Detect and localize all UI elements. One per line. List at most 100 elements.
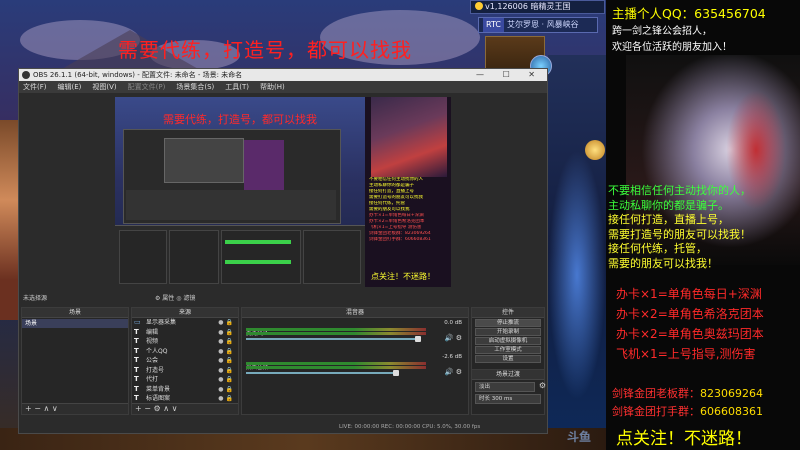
source-item[interactable]: T 编辑 ●🔒 <box>132 328 238 338</box>
streamer-qq: 主播个人QQ：635456704 <box>612 6 766 21</box>
obs-source-toolbar: 未选择源 ⚙ 属性 ◎ 滤镜 <box>19 293 547 305</box>
source-item[interactable]: T 菜单背景 ●🔒 <box>132 385 238 395</box>
obs-status-bar: LIVE: 00:00:00 REC: 00:00:00 CPU: 5.0%, … <box>19 421 547 433</box>
visibility-lock-icons[interactable]: ●🔒 <box>218 328 235 338</box>
offer-line: 办卡×2=单角色希洛克团本 <box>616 307 764 321</box>
qq-group-line: 剑锋金团老板群：823069264 <box>612 385 763 403</box>
nested-panels <box>126 190 336 220</box>
source-label: 打造号 <box>146 366 165 374</box>
transition-select[interactable]: 淡出 ⚙ <box>475 382 546 392</box>
text-source-icon: T <box>134 337 139 345</box>
menu-scene-collection[interactable]: 场景集合(S) <box>176 81 214 93</box>
preview-side-panel: 不要相信任何主动找你的人 主动私聊你的都是骗子 接任何打造，直播上号 需要打造号… <box>365 97 451 287</box>
sources-list: ▭ 显示器采集 ●🔒 T 编辑 ●🔒 T 视频 ●🔒 T 个人QQ ●🔒 T 公会 ●🔒 T 打造号 ●… <box>132 318 238 404</box>
sources-panel-title: 来源 <box>132 308 238 318</box>
transitions-panel: 场景过渡 淡出 ⚙ 时长 300 ms <box>471 369 546 415</box>
display-source-icon: ▭ <box>134 318 141 326</box>
volume-slider-knob[interactable] <box>393 370 399 376</box>
notice-line: 接任何代练，托管， <box>608 242 707 255</box>
channel-label: 艾尔罗恩 · 风暴峡谷 <box>506 20 579 29</box>
settings-button[interactable]: 设置 <box>475 355 541 363</box>
source-item[interactable]: T 个人QQ ●🔒 <box>132 347 238 357</box>
qq-groups: 剑锋金团老板群：823069264 剑锋金团打手群：606608361 <box>612 385 763 421</box>
controls-panel-title: 控件 <box>472 308 544 318</box>
scenes-panel-title: 场景 <box>22 308 128 318</box>
obs-title-bar[interactable]: OBS 26.1.1 (64-bit, windows) - 配置文件: 未命名… <box>19 69 547 81</box>
mixer-panel: 混音器 麦克风/Aux 0.0 dB 🔊 ⚙ 桌面音频 -2.6 dB <box>241 307 469 415</box>
visibility-lock-icons[interactable]: ●🔒 <box>218 347 235 357</box>
sources-toolbar[interactable]: + − ⚙ ∧ ∨ <box>132 403 238 414</box>
source-label: 代打 <box>146 376 159 383</box>
source-item[interactable]: T 代打 ●🔒 <box>132 375 238 385</box>
volume-slider-knob[interactable] <box>415 336 421 342</box>
preview-sources-panel <box>169 230 219 284</box>
menu-file[interactable]: 文件(F) <box>23 81 47 93</box>
preview-character-art <box>371 97 447 177</box>
stream-headline: 需要代练，打造号，都可以找我 <box>118 38 412 62</box>
start-recording-button[interactable]: 开始录制 <box>475 328 541 336</box>
text-source-icon: T <box>134 384 139 393</box>
visibility-lock-icons[interactable]: ●🔒 <box>218 375 235 385</box>
text-source-icon: T <box>134 356 139 364</box>
guild-recruit-line1: 跨一剑之锋公会招人， <box>612 26 712 37</box>
controls-panel: 控件 停止推流 开始录制 启动虚拟摄像机 工作室模式 设置 <box>471 307 545 369</box>
menu-tools[interactable]: 工具(T) <box>225 81 249 93</box>
menu-profile[interactable]: 配置文件(P) <box>128 81 166 93</box>
visibility-lock-icons[interactable]: ●🔒 <box>218 337 235 347</box>
visibility-lock-icons[interactable]: ●🔒 <box>218 366 235 376</box>
menu-help[interactable]: 帮助(H) <box>260 81 285 93</box>
transition-type: 淡出 <box>479 384 491 390</box>
visibility-lock-icons[interactable]: ●🔒 <box>218 385 235 395</box>
guild-recruit-line2: 欢迎各位活跃的朋友加入！ <box>612 42 732 53</box>
visibility-lock-icons[interactable]: ●🔒 <box>218 318 235 328</box>
preview-meter <box>225 240 291 244</box>
text-source-icon: T <box>134 327 139 336</box>
source-item[interactable]: T 公会 ●🔒 <box>132 356 238 366</box>
obs-preview[interactable]: 需要代练，打造号，都可以找我 不要相信任何主动找你的人 主动私聊你的都是骗子 接… <box>115 97 451 287</box>
stop-streaming-button[interactable]: 停止推流 <box>475 319 541 327</box>
text-source-icon: T <box>134 346 139 355</box>
menu-edit[interactable]: 编辑(E) <box>58 81 82 93</box>
qq-group-number: 823069264 <box>700 387 763 400</box>
game-channel-tab[interactable]: RTC 艾尔罗恩 · 风暴峡谷 <box>478 17 598 33</box>
preview-controls-panel <box>303 230 361 284</box>
source-label: 菜单背景 <box>146 385 171 393</box>
window-controls[interactable]: — ☐ ✕ <box>476 69 543 81</box>
mute-gear-icons[interactable]: 🔊 ⚙ <box>445 334 462 342</box>
visibility-lock-icons[interactable]: ●🔒 <box>218 356 235 366</box>
scene-item[interactable]: 场景 <box>22 319 128 328</box>
source-item[interactable]: T 视频 ●🔒 <box>132 337 238 347</box>
transition-duration[interactable]: 时长 300 ms <box>475 394 541 404</box>
gear-icon[interactable]: ⚙ <box>539 382 546 390</box>
preview-scenes-panel <box>119 230 167 284</box>
game-player-info[interactable]: v1,126006 暗精灵王国 <box>470 0 605 14</box>
volume-slider[interactable] <box>246 370 399 376</box>
preview-notice-lines: 不要相信任何主动找你的人 主动私聊你的都是骗子 接任何打造，直播上号 需要打造号… <box>369 177 449 243</box>
scenes-toolbar[interactable]: + − ∧ ∨ <box>22 403 128 414</box>
screen: 斗鱼 v1,126006 暗精灵王国 RTC 艾尔罗恩 · 风暴峡谷 需要代练，打… <box>0 0 800 450</box>
mute-gear-icons[interactable]: 🔊 ⚙ <box>445 368 462 376</box>
menu-view[interactable]: 视图(V) <box>92 81 116 93</box>
player-label: v1,126006 暗精灵王国 <box>485 2 571 11</box>
studio-mode-button[interactable]: 工作室模式 <box>475 346 541 354</box>
preview-obs-panels <box>115 225 365 287</box>
nested-preview <box>164 138 244 183</box>
properties-filters-buttons[interactable]: ⚙ 属性 ◎ 滤镜 <box>155 293 195 305</box>
volume-meter <box>246 332 426 335</box>
virtual-camera-button[interactable]: 启动虚拟摄像机 <box>475 337 541 345</box>
mixer-channels: 麦克风/Aux 0.0 dB 🔊 ⚙ 桌面音频 -2.6 dB 🔊 ⚙ <box>242 318 468 404</box>
obs-menu-bar: 文件(F) 编辑(E) 视图(V) 配置文件(P) 场景集合(S) 工具(T) … <box>19 81 547 93</box>
volume-slider[interactable] <box>246 336 421 342</box>
notice-line: 需要打造号的朋友可以找我！ <box>608 227 751 241</box>
source-item[interactable]: ▭ 显示器采集 ●🔒 <box>132 318 238 328</box>
preview-meter <box>225 260 291 264</box>
preview-mixer-panel <box>221 230 301 284</box>
offer-line: 飞机×1=上号指导,测伤害 <box>616 347 756 361</box>
text-source-icon: T <box>134 365 139 374</box>
text-source-icon: T <box>134 375 139 383</box>
offer-line: 办卡×1=单角色每日+深渊 <box>616 287 762 301</box>
source-item[interactable]: T 打造号 ●🔒 <box>132 366 238 376</box>
scenes-panel: 场景 场景 + − ∧ ∨ <box>21 307 129 415</box>
notice-line: 接任何打造，直播上号， <box>608 213 729 226</box>
obs-app-icon <box>22 71 30 79</box>
